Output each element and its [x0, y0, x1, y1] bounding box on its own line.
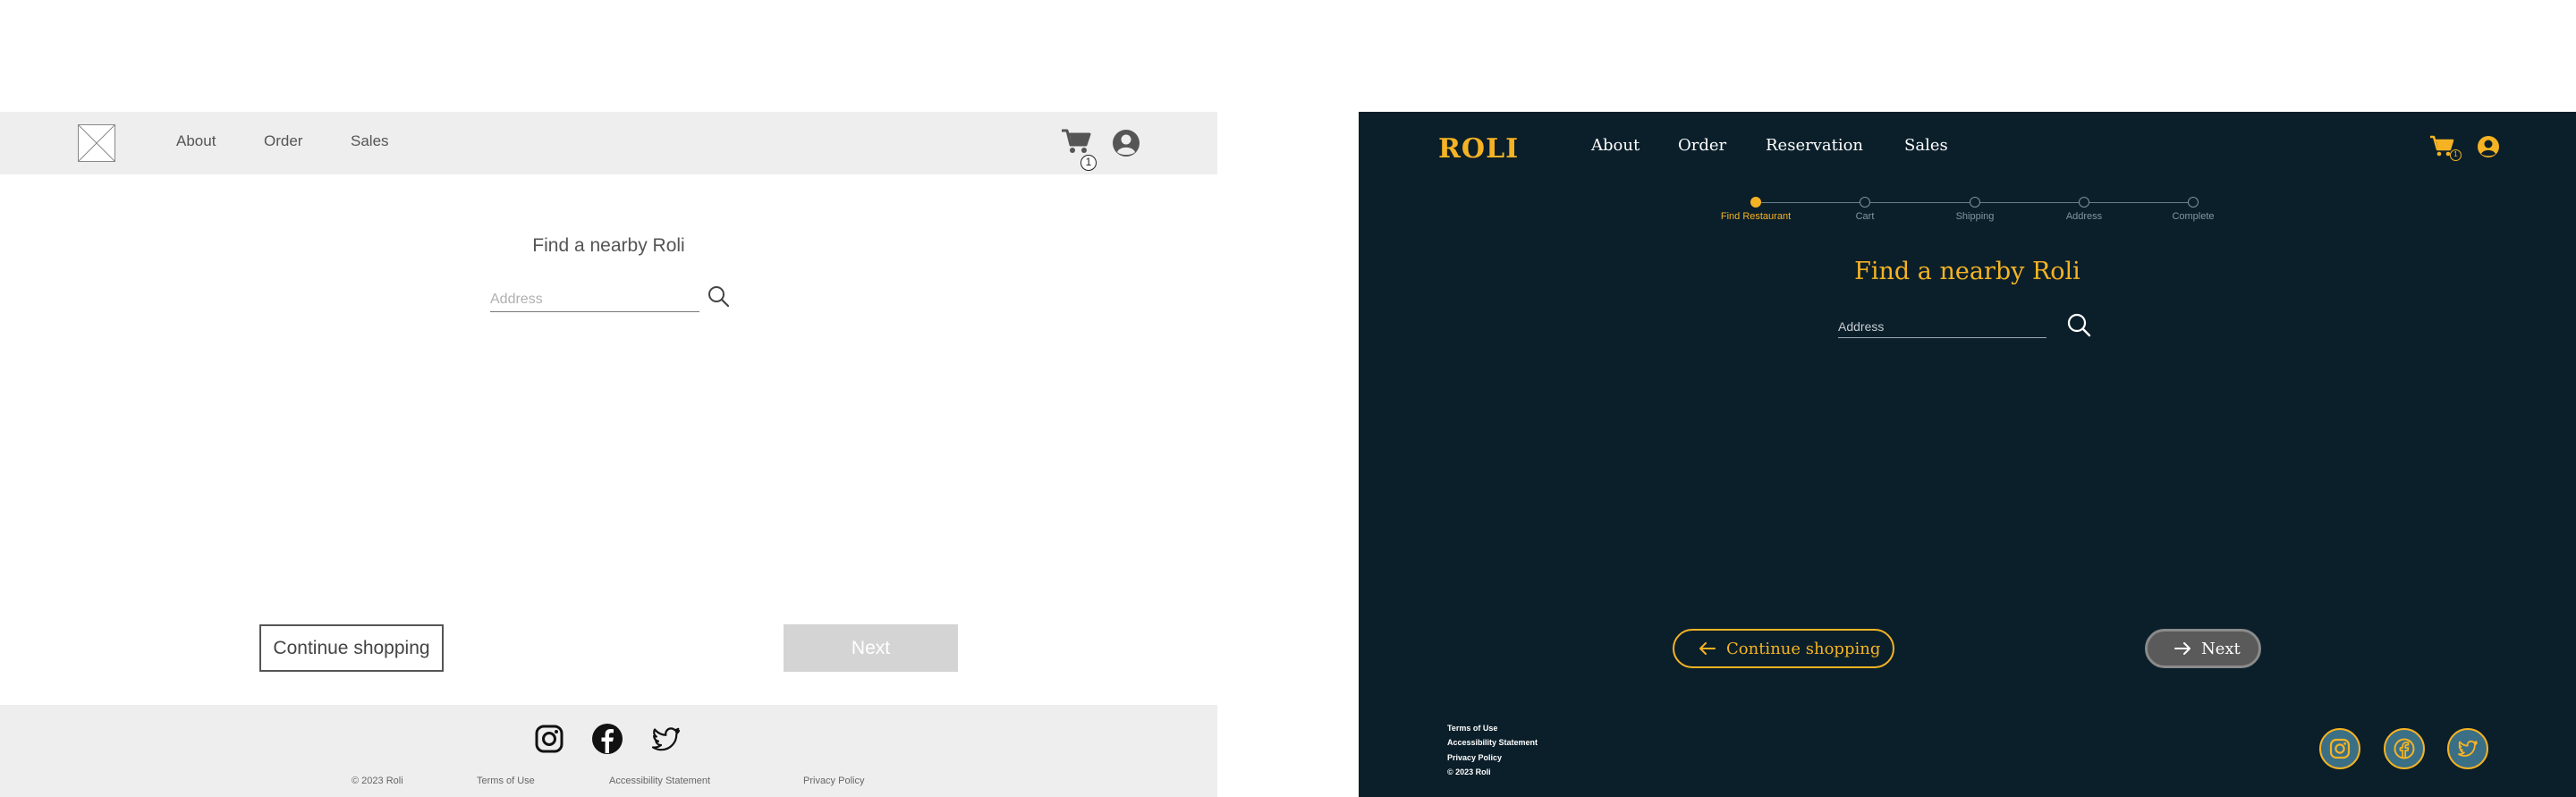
step-label-find-restaurant: Find Restaurant [1720, 211, 1792, 222]
cart-count-badge: 1 [1080, 155, 1097, 171]
step-label-address: Address [2065, 211, 2103, 222]
next-label: Next [2201, 639, 2241, 658]
continue-shopping-button[interactable]: Continue shopping [259, 624, 444, 672]
footer-accessibility-link[interactable]: Accessibility Statement [609, 776, 710, 786]
footer-terms-link[interactable]: Terms of Use [477, 776, 535, 786]
roli-logo[interactable]: ROLI [1438, 133, 1519, 165]
nav-about[interactable]: About [1591, 136, 1640, 155]
instagram-icon[interactable] [533, 723, 565, 755]
facebook-icon[interactable] [2384, 728, 2425, 769]
next-button[interactable]: Next [2145, 629, 2261, 668]
next-button[interactable]: Next [784, 624, 958, 672]
cart-count-badge: 1 [2450, 149, 2462, 161]
nav-order[interactable]: Order [1678, 136, 1726, 155]
footer-terms-link[interactable]: Terms of Use [1447, 724, 1497, 733]
continue-shopping-button[interactable]: Continue shopping [1673, 629, 1894, 668]
user-account-icon[interactable] [1112, 129, 1140, 157]
nav-order[interactable]: Order [264, 132, 302, 150]
wireframe-panel: About Order Sales 1 Find a nearby Roli C… [0, 112, 1217, 797]
step-label-cart: Cart [1855, 211, 1875, 222]
nav-reservation[interactable]: Reservation [1766, 136, 1863, 155]
nav-sales[interactable]: Sales [1904, 136, 1948, 155]
step-label-complete: Complete [2172, 211, 2215, 222]
wireframe-header: About Order Sales 1 [0, 112, 1217, 174]
footer-privacy-link[interactable]: Privacy Policy [803, 776, 864, 786]
cart-icon[interactable] [1061, 128, 1091, 155]
address-input[interactable] [1838, 316, 2046, 338]
step-label-shipping: Shipping [1955, 211, 1995, 222]
nav-about[interactable]: About [176, 132, 216, 150]
nav-sales[interactable]: Sales [351, 132, 389, 150]
footer-accessibility-link[interactable]: Accessibility Statement [1447, 738, 1538, 747]
twitter-icon[interactable] [2447, 728, 2488, 769]
step-dot-find-restaurant [1750, 197, 1761, 208]
logo-placeholder[interactable] [78, 124, 115, 162]
instagram-icon[interactable] [2319, 728, 2360, 769]
arrow-right-icon [2174, 642, 2190, 655]
step-dot-shipping [1970, 197, 1980, 208]
wireframe-footer: © 2023 Roli Terms of Use Accessibility S… [0, 705, 1217, 797]
continue-shopping-label: Continue shopping [1726, 639, 1881, 658]
arrow-left-icon [1699, 642, 1716, 655]
footer-copyright: © 2023 Roli [352, 776, 403, 786]
step-dot-cart [1860, 197, 1870, 208]
facebook-icon[interactable] [591, 723, 623, 755]
twitter-icon[interactable] [650, 723, 682, 755]
user-account-icon[interactable] [2477, 135, 2500, 158]
search-icon[interactable] [707, 284, 730, 308]
step-dot-complete [2188, 197, 2199, 208]
footer-privacy-link[interactable]: Privacy Policy [1447, 753, 1502, 762]
design-panel: ROLI About Order Reservation Sales 1 Fin… [1359, 112, 2576, 797]
footer-copyright: © 2023 Roli [1447, 767, 1491, 776]
search-icon[interactable] [2066, 312, 2091, 337]
step-dot-address [2079, 197, 2089, 208]
page-title: Find a nearby Roli [532, 235, 685, 256]
address-input[interactable] [490, 288, 699, 312]
page-title: Find a nearby Roli [1854, 258, 2080, 285]
